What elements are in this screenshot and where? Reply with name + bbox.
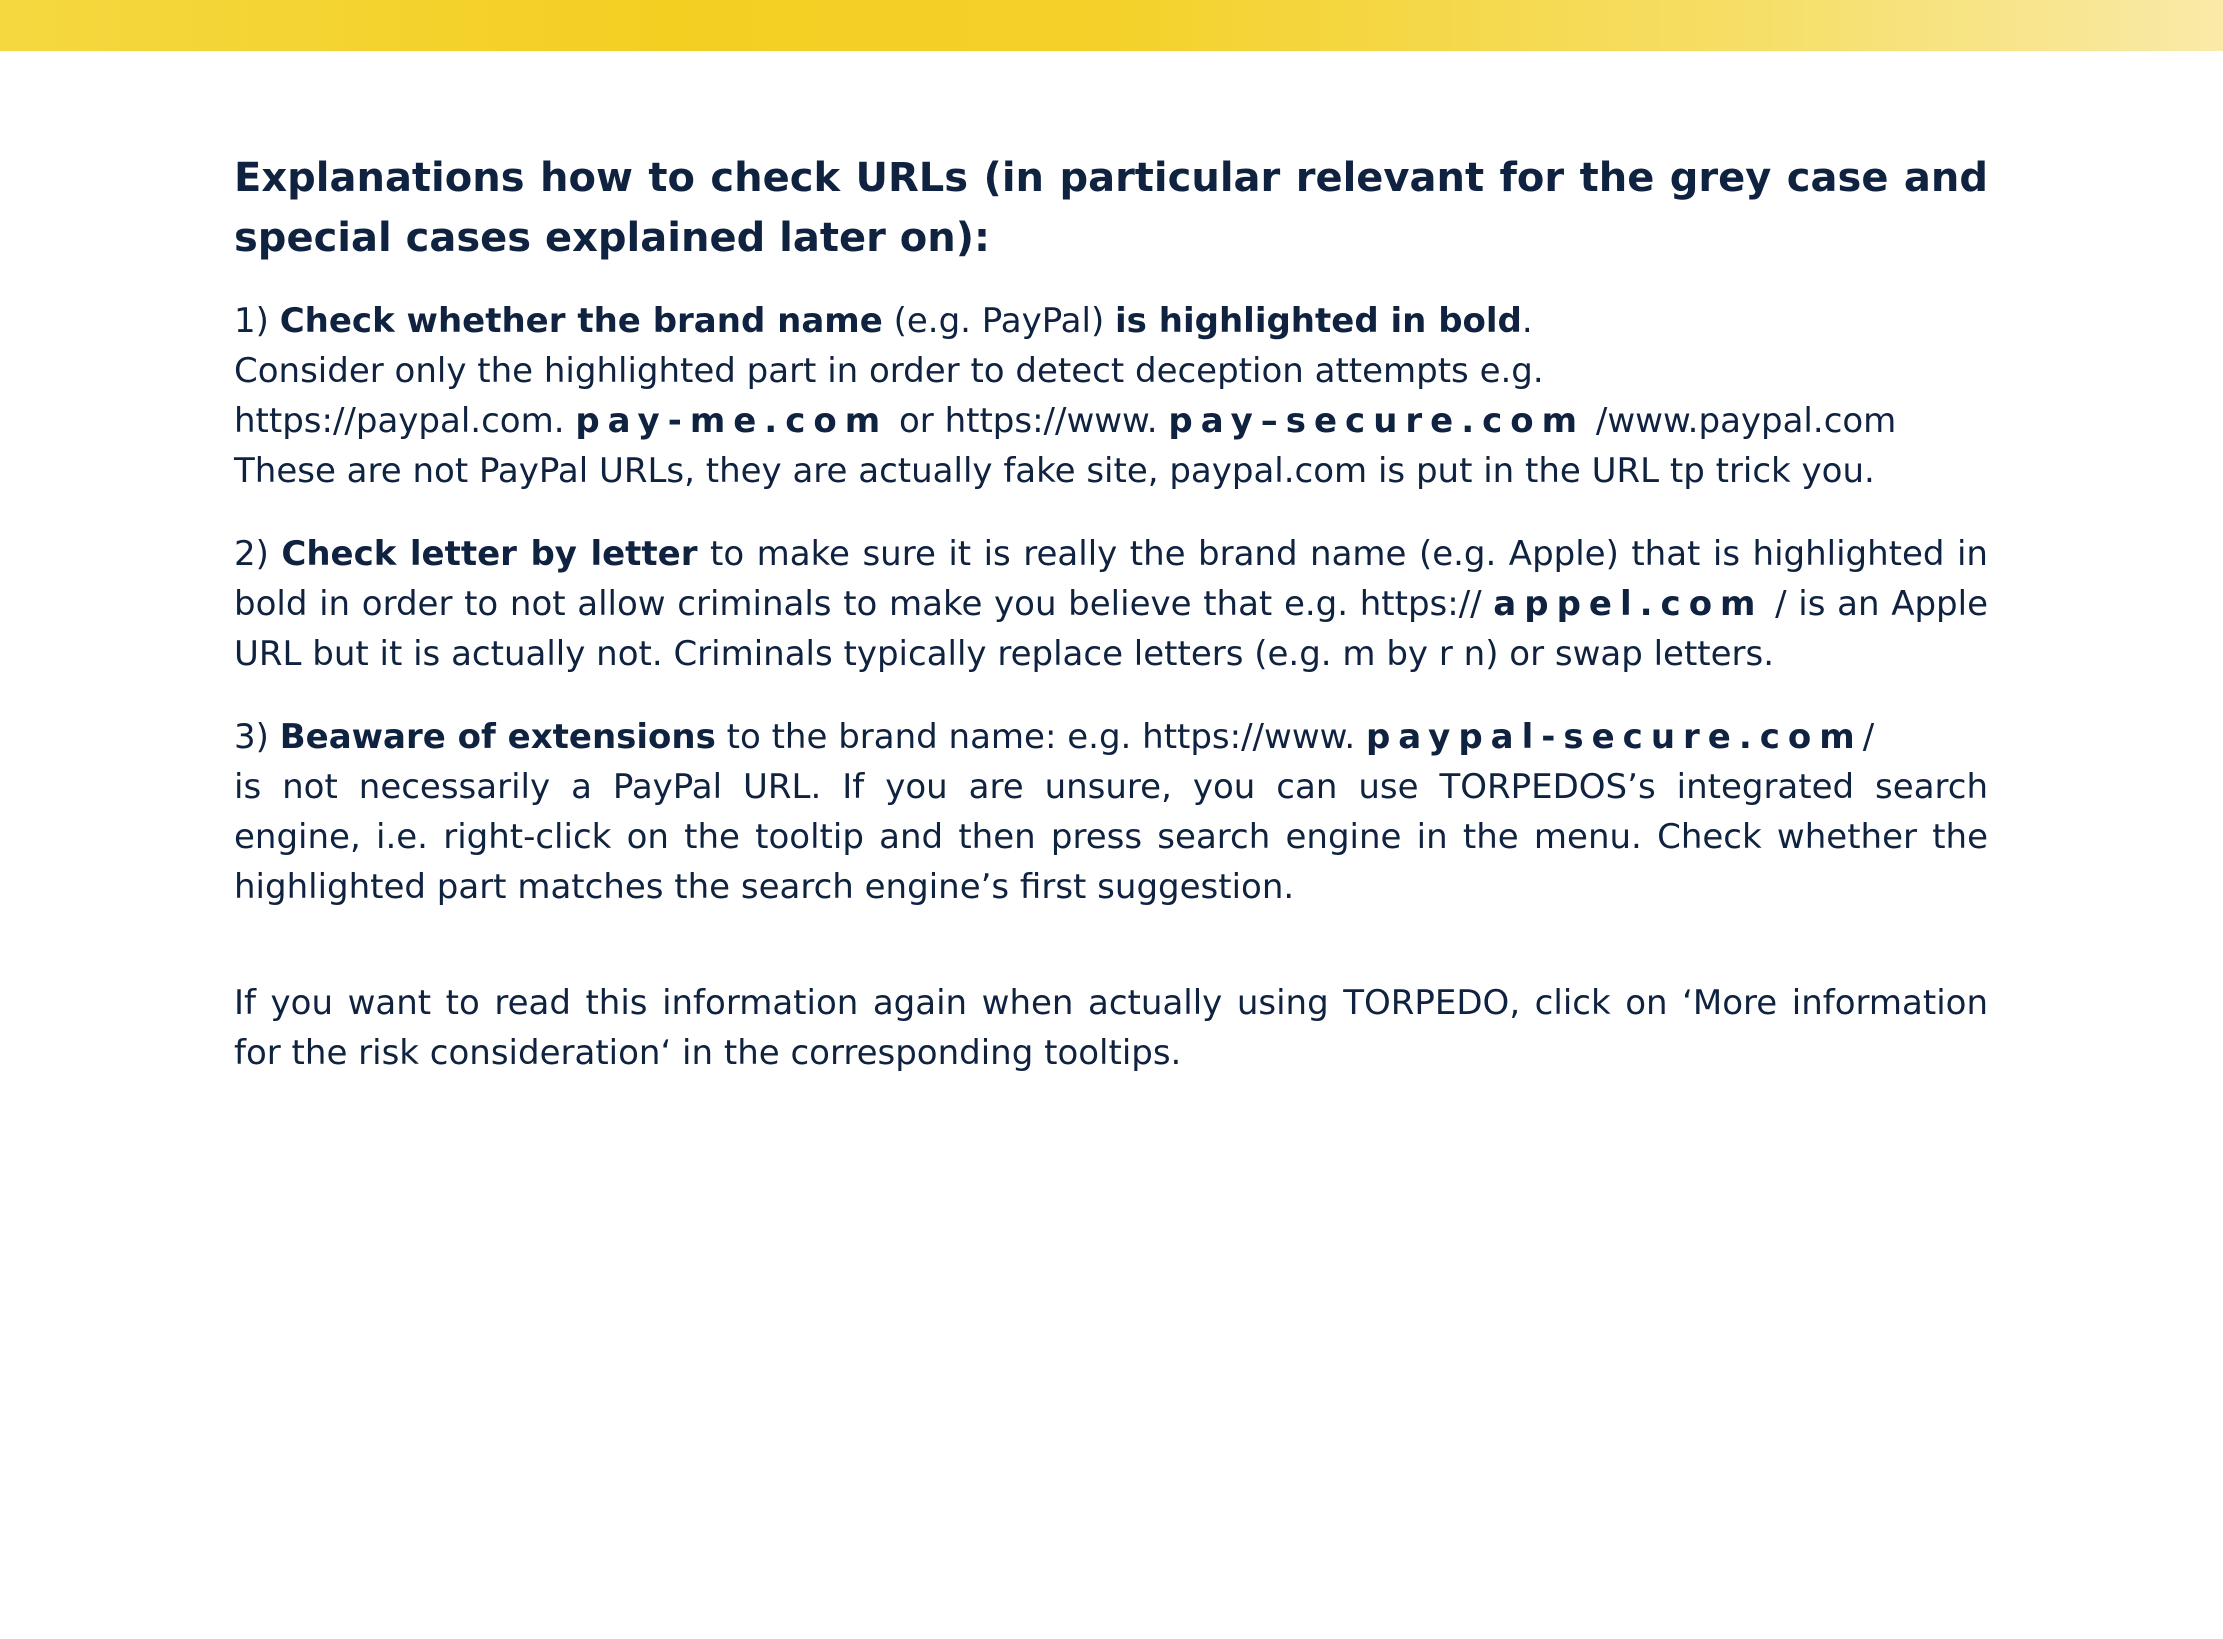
page-heading: Explanations how to check URLs (in parti… bbox=[234, 155, 1988, 261]
fake-url-pay-secure: pay–secure.com bbox=[1168, 401, 1586, 441]
p3-line-4: highlighted part matches the search engi… bbox=[234, 867, 1295, 907]
footer-note: If you want to read this information aga… bbox=[234, 983, 1988, 1073]
p2-line-3: URL but it is actually not. Criminals ty… bbox=[234, 634, 1775, 674]
fake-url-appel: appel.com bbox=[1493, 584, 1764, 624]
paragraph-2: 2) Check letter by letter to make sure i… bbox=[234, 529, 1988, 679]
p1-bold-2: is highlighted in bold bbox=[1115, 301, 1522, 341]
p3-line-2: is not necessarily a PayPal URL. If you … bbox=[234, 767, 1988, 807]
p1-line-1: 1) Check whether the brand name (e.g. Pa… bbox=[234, 301, 1533, 341]
p3-line-3: engine, i.e. right-click on the tooltip … bbox=[234, 817, 1988, 857]
p1-line-3: https://paypal.com. pay-me.com or https:… bbox=[234, 401, 1897, 441]
p3-bold: Beaware of extensions bbox=[279, 717, 716, 757]
fake-url-pay-me: pay-me.com bbox=[575, 401, 889, 441]
p2-bold: Check letter by letter bbox=[281, 534, 698, 574]
document-body: Explanations how to check URLs (in parti… bbox=[234, 148, 1988, 1078]
p3-line-1: 3) Beaware of extensions to the brand na… bbox=[234, 717, 1875, 757]
p2-line-2: bold in order to not allow criminals to … bbox=[234, 584, 1988, 624]
fake-url-paypal-secure: paypal-secure.com bbox=[1365, 717, 1863, 757]
p1-line-4: These are not PayPal URLs, they are actu… bbox=[234, 451, 1875, 491]
p1-line-2: Consider only the highlighted part in or… bbox=[234, 351, 1544, 391]
top-accent-bar bbox=[0, 0, 2223, 51]
p1-bold-1: Check whether the brand name bbox=[279, 301, 883, 341]
paragraph-1: 1) Check whether the brand name (e.g. Pa… bbox=[234, 296, 1988, 496]
paragraph-3: 3) Beaware of extensions to the brand na… bbox=[234, 712, 1988, 912]
p2-line-1: 2) Check letter by letter to make sure i… bbox=[234, 534, 1988, 574]
